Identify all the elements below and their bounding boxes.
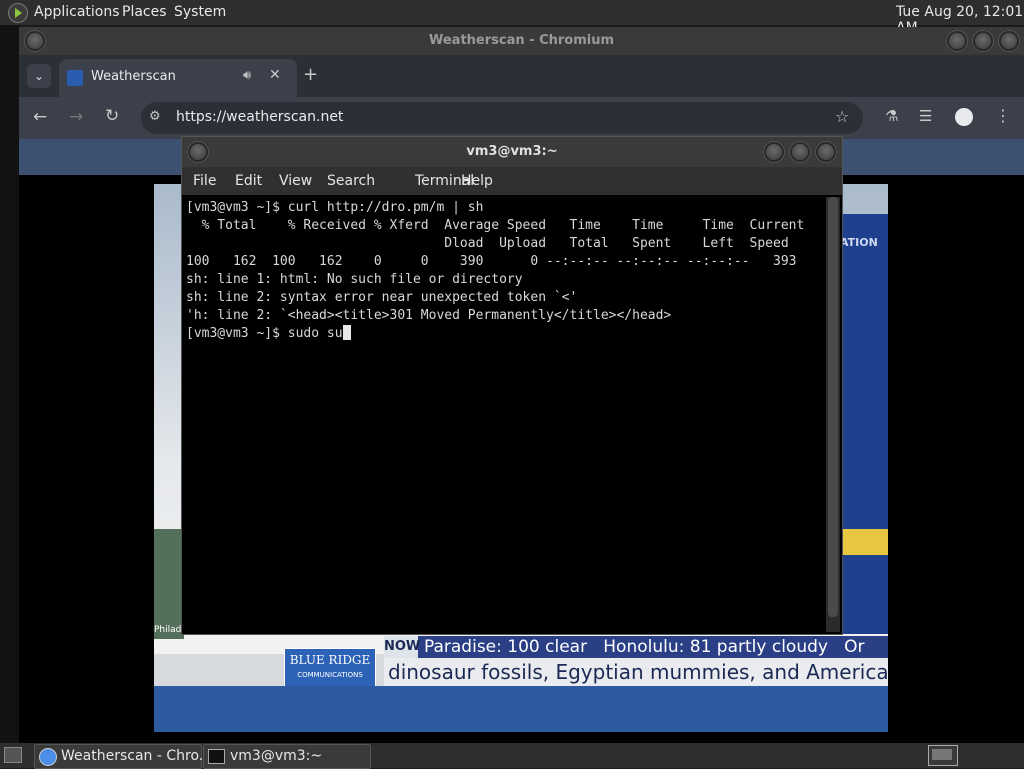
terminal-prompt: [vm3@vm3 ~]$ sudo su — [186, 326, 343, 341]
desktop-background — [0, 25, 20, 743]
terminal-window: vm3@vm3:~ File Edit View Search Terminal… — [181, 136, 843, 635]
menu-view[interactable]: View — [279, 173, 312, 189]
right-panel: ATION — [840, 214, 888, 634]
minimize-button[interactable] — [947, 31, 967, 51]
terminal-scrollbar[interactable] — [826, 197, 840, 632]
terminal-close-button[interactable] — [816, 142, 836, 162]
menu-edit[interactable]: Edit — [235, 173, 262, 189]
tab-title: Weatherscan — [91, 69, 176, 84]
menu-file[interactable]: File — [193, 173, 216, 189]
tab-weatherscan[interactable]: Weatherscan 🔊︎ ✕ — [59, 59, 297, 97]
logo-line-1: BLUE RIDGE — [289, 653, 371, 667]
weatherscan-favicon-icon — [67, 70, 83, 86]
right-panel-label: ATION — [840, 236, 878, 249]
bottom-panel: Weatherscan - Chro... vm3@vm3:~ — [0, 743, 1024, 769]
text-cursor — [342, 325, 351, 340]
menu-help[interactable]: Help — [461, 173, 493, 189]
address-bar[interactable]: ⚙︎ https://weatherscan.net ☆ — [141, 102, 863, 134]
terminal-title: vm3@vm3:~ — [466, 144, 558, 159]
taskbar-item-label: vm3@vm3:~ — [230, 748, 323, 764]
terminal-output[interactable]: [vm3@vm3 ~]$ curl http://dro.pm/m | sh %… — [186, 199, 822, 629]
reload-icon[interactable]: ↻ — [105, 106, 119, 126]
applications-menu[interactable]: Applications — [34, 4, 120, 20]
bookmark-star-icon[interactable]: ☆ — [835, 107, 849, 126]
system-menu[interactable]: System — [174, 4, 226, 20]
ticker-bar: NOW Paradise: 100 clear Honolulu: 81 par… — [384, 636, 888, 658]
terminal-titlebar[interactable]: vm3@vm3:~ — [182, 137, 842, 167]
maximize-button[interactable] — [973, 31, 993, 51]
taskbar-item-label: Weatherscan - Chro... — [61, 748, 213, 764]
labs-flask-icon[interactable]: ⚗︎ — [885, 107, 898, 125]
menu-search[interactable]: Search — [327, 173, 375, 189]
speaker-icon[interactable]: 🔊︎ — [243, 68, 251, 83]
url-text[interactable]: https://weatherscan.net — [176, 109, 343, 125]
terminal-minimize-button[interactable] — [764, 142, 784, 162]
places-menu[interactable]: Places — [122, 4, 167, 20]
right-panel-yellow-bar — [840, 529, 888, 555]
terminal-line: sh: line 1: html: No such file or direct… — [186, 272, 523, 287]
workspace-switcher-icon[interactable] — [928, 745, 958, 766]
browser-titlebar[interactable]: Weatherscan - Chromium — [19, 27, 1024, 55]
footer-band — [154, 686, 888, 732]
tab-search-chevron-down-icon[interactable]: ⌄ — [27, 64, 51, 88]
top-panel: Applications Places System Tue Aug 20, 1… — [0, 0, 1024, 36]
scrollbar-thumb[interactable] — [828, 197, 838, 617]
logo-line-2: COMMUNICATIONS — [297, 671, 363, 679]
show-desktop-icon[interactable] — [4, 747, 22, 763]
terminal-line: % Total % Received % Xferd Average Speed… — [186, 218, 805, 233]
close-window-button[interactable] — [999, 31, 1019, 51]
taskbar-item-terminal[interactable]: vm3@vm3:~ — [203, 744, 371, 769]
close-tab-icon[interactable]: ✕ — [269, 67, 281, 83]
new-tab-plus-icon[interactable]: + — [303, 64, 318, 85]
scroll-bar: dinosaur fossils, Egyptian mummies, and … — [384, 658, 888, 686]
terminal-line: sh: line 2: syntax error near unexpected… — [186, 290, 578, 305]
terminal-icon — [208, 749, 225, 764]
tab-strip: ⌄ Weatherscan 🔊︎ ✕ + — [19, 55, 1024, 97]
terminal-line: [vm3@vm3 ~]$ curl http://dro.pm/m | sh — [186, 200, 484, 215]
blue-ridge-logo: BLUE RIDGE COMMUNICATIONS — [284, 648, 376, 688]
chromium-icon — [39, 748, 57, 766]
terminal-prompt-line[interactable]: [vm3@vm3 ~]$ sudo su — [186, 325, 822, 343]
more-menu-icon[interactable]: ⋮ — [995, 106, 1011, 125]
radar-map: Philade — [154, 529, 187, 639]
terminal-maximize-button[interactable] — [790, 142, 810, 162]
profile-avatar-icon[interactable] — [955, 108, 973, 126]
media-queue-icon[interactable]: ☰ — [919, 107, 932, 125]
terminal-window-menu-button[interactable] — [188, 142, 208, 162]
window-menu-button[interactable] — [25, 31, 45, 51]
site-info-icon[interactable]: ⚙︎ — [149, 109, 161, 124]
back-arrow-icon[interactable]: ← — [33, 107, 47, 127]
distro-logo-icon[interactable] — [8, 3, 28, 23]
forward-arrow-icon[interactable]: → — [69, 107, 83, 127]
taskbar-item-browser[interactable]: Weatherscan - Chro... — [34, 744, 212, 769]
ticker-text: Paradise: 100 clear Honolulu: 81 partly … — [424, 637, 865, 657]
ticker-now-label: NOW — [384, 636, 420, 658]
terminal-line: 'h: line 2: `<head><title>301 Moved Perm… — [186, 308, 672, 323]
browser-toolbar: ← → ↻ ⚙︎ https://weatherscan.net ☆ ⚗︎ ☰ … — [19, 97, 1024, 139]
browser-window-title: Weatherscan - Chromium — [428, 33, 615, 48]
terminal-menubar: File Edit View Search Terminal Help — [182, 167, 842, 195]
terminal-line: Dload Upload Total Spent Left Speed — [186, 236, 789, 251]
scroll-text: dinosaur fossils, Egyptian mummies, and … — [388, 660, 888, 684]
terminal-line: 100 162 100 162 0 0 390 0 --:--:-- --:--… — [186, 254, 797, 269]
